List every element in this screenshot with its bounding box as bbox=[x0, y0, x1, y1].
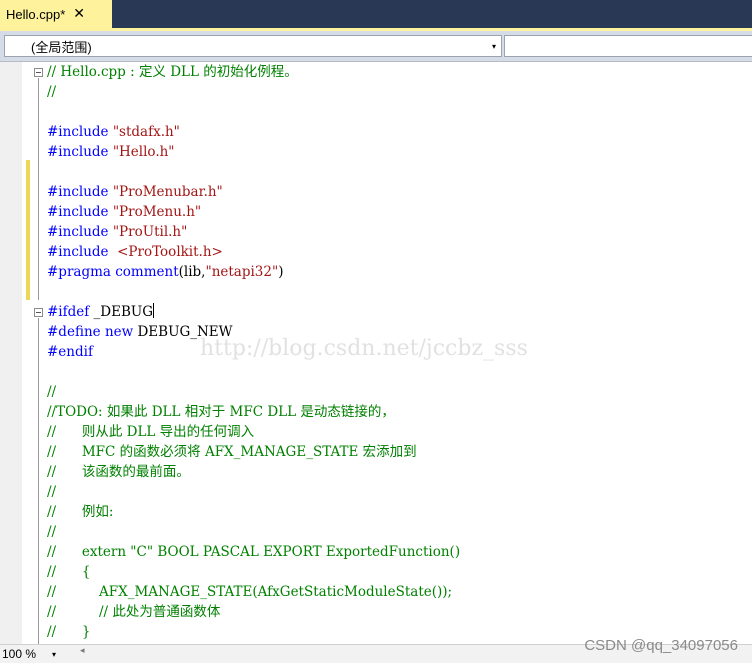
outline-line bbox=[38, 318, 39, 644]
code-token: // bbox=[47, 484, 57, 500]
code-token: #define bbox=[47, 324, 105, 340]
code-line: #include "ProUtil.h" bbox=[47, 222, 187, 242]
code-line: // bbox=[47, 482, 56, 502]
zoom-value: 100 % bbox=[2, 647, 37, 661]
code-token: // AFX_MANAGE_STATE(AfxGetStaticModuleSt… bbox=[47, 584, 453, 600]
scroll-left-icon[interactable]: ◂ bbox=[80, 646, 85, 656]
change-indicator bbox=[26, 160, 30, 300]
watermark-credit: CSDN @qq_34097056 bbox=[584, 637, 738, 654]
code-token: // 则从此 DLL 导出的任何调入 bbox=[47, 424, 255, 440]
code-token: #include bbox=[47, 244, 118, 260]
code-line: #include "ProMenubar.h" bbox=[47, 182, 223, 202]
document-tab-strip: Hello.cpp* ✕ bbox=[0, 0, 752, 28]
code-token: "ProMenu.h" bbox=[112, 204, 202, 220]
code-token: // } bbox=[47, 624, 91, 640]
code-token: <ProToolkit.h> bbox=[117, 244, 223, 260]
code-token: #pragma comment bbox=[47, 264, 179, 280]
collapse-icon[interactable] bbox=[34, 308, 43, 317]
close-icon[interactable]: ✕ bbox=[73, 6, 85, 22]
code-token: #ifdef bbox=[47, 304, 94, 320]
code-line: #pragma comment(lib,"netapi32") bbox=[47, 262, 283, 282]
code-token: // bbox=[47, 524, 57, 540]
code-line: #include "Hello.h" bbox=[47, 142, 175, 162]
code-token: // bbox=[47, 384, 57, 400]
code-line: // 例如: bbox=[47, 502, 113, 522]
watermark: http://blog.csdn.net/jccbz_sss bbox=[200, 336, 528, 361]
navigation-bar: (全局范围) ▾ bbox=[0, 31, 752, 62]
code-token: #include bbox=[47, 144, 113, 160]
code-token: // Hello.cpp : 定义 DLL 的初始化例程。 bbox=[47, 64, 298, 80]
code-token: (lib, bbox=[178, 264, 206, 280]
tab-title: Hello.cpp* bbox=[6, 6, 66, 22]
code-line: // bbox=[47, 382, 56, 402]
code-token: "netapi32" bbox=[205, 264, 279, 280]
scope-dropdown[interactable]: (全局范围) ▾ bbox=[4, 35, 502, 57]
text-caret bbox=[153, 303, 155, 318]
code-token: "ProMenubar.h" bbox=[112, 184, 223, 200]
code-line: //TODO: 如果此 DLL 相对于 MFC DLL 是动态链接的， bbox=[47, 402, 395, 422]
code-token: #include bbox=[47, 184, 113, 200]
code-line: // 该函数的最前面。 bbox=[47, 462, 190, 482]
chevron-down-icon: ▾ bbox=[491, 41, 496, 51]
code-line: // } bbox=[47, 622, 90, 642]
chevron-down-icon: ▾ bbox=[52, 649, 57, 659]
code-token: "Hello.h" bbox=[112, 144, 175, 160]
code-line: // bbox=[47, 82, 56, 102]
outline-line bbox=[38, 78, 39, 300]
code-line: // // 此处为普通函数体 bbox=[47, 602, 220, 622]
code-line: // MFC 的函数必须将 AFX_MANAGE_STATE 宏添加到 bbox=[47, 442, 417, 462]
code-token: #include bbox=[47, 224, 113, 240]
editor-bottom-bar: 100 % ▾ ◂ CSDN @qq_34097056 bbox=[0, 637, 752, 663]
zoom-dropdown[interactable]: 100 % ▾ bbox=[2, 646, 72, 662]
code-token: // extern "C" BOOL PASCAL EXPORT Exporte… bbox=[47, 544, 461, 560]
code-line: // bbox=[47, 522, 56, 542]
code-token: _DEBUG bbox=[93, 304, 154, 320]
collapse-icon[interactable] bbox=[34, 68, 43, 77]
code-editor[interactable]: // Hello.cpp : 定义 DLL 的初始化例程。 // #include … bbox=[0, 62, 752, 644]
code-token: // bbox=[47, 84, 57, 100]
code-line: #endif bbox=[47, 342, 93, 362]
code-line: #include "ProMenu.h" bbox=[47, 202, 201, 222]
code-token: // 该函数的最前面。 bbox=[47, 464, 190, 480]
code-line: // 则从此 DLL 导出的任何调入 bbox=[47, 422, 254, 442]
tab-hello-cpp[interactable]: Hello.cpp* ✕ bbox=[0, 0, 112, 28]
code-line: // extern "C" BOOL PASCAL EXPORT Exporte… bbox=[47, 542, 460, 562]
code-token: // { bbox=[47, 564, 91, 580]
code-token: new bbox=[104, 324, 138, 340]
code-token: "ProUtil.h" bbox=[112, 224, 188, 240]
code-token: // MFC 的函数必须将 AFX_MANAGE_STATE 宏添加到 bbox=[47, 444, 417, 460]
code-line: #ifdef _DEBUG bbox=[47, 302, 155, 322]
code-line: #include <ProToolkit.h> bbox=[47, 242, 223, 262]
code-line: #include "stdafx.h" bbox=[47, 122, 180, 142]
code-line: // AFX_MANAGE_STATE(AfxGetStaticModuleSt… bbox=[47, 582, 452, 602]
code-line: // { bbox=[47, 562, 90, 582]
code-token: #endif bbox=[47, 344, 93, 360]
editor-margin bbox=[0, 62, 22, 644]
code-token: #include bbox=[47, 204, 113, 220]
code-token: // // 此处为普通函数体 bbox=[47, 604, 221, 620]
code-token: ) bbox=[278, 264, 284, 280]
code-line: // Hello.cpp : 定义 DLL 的初始化例程。 bbox=[47, 62, 298, 82]
code-token: "stdafx.h" bbox=[112, 124, 180, 140]
member-dropdown[interactable] bbox=[504, 35, 752, 57]
code-token: #include bbox=[47, 124, 113, 140]
code-token: // 例如: bbox=[47, 504, 114, 520]
code-token: //TODO: 如果此 DLL 相对于 MFC DLL 是动态链接的， bbox=[47, 404, 395, 420]
scope-value: (全局范围) bbox=[31, 39, 92, 55]
